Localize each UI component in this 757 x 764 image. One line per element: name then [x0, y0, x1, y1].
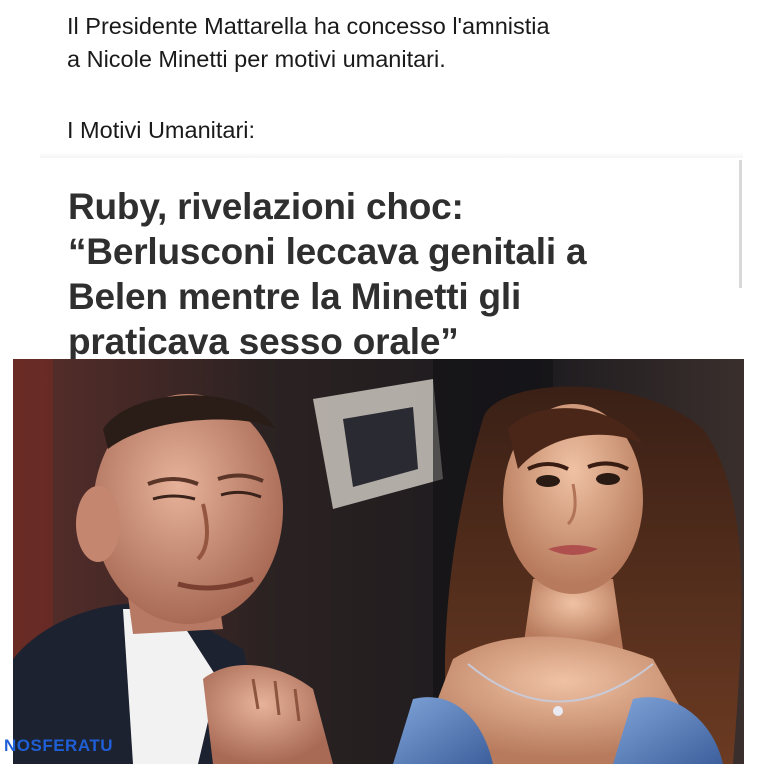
- article-headline: Ruby, rivelazioni choc: “Berlusconi lecc…: [68, 184, 738, 364]
- caption-line: I Motivi Umanitari:: [67, 117, 256, 143]
- caption-line: a Nicole Minetti per motivi umanitari.: [67, 46, 446, 72]
- headline-line: Belen mentre la Minetti gli: [68, 276, 522, 317]
- meme-post: Il Presidente Mattarella ha concesso l'a…: [0, 0, 757, 764]
- headline-line: “Berlusconi leccava genitali a: [68, 231, 587, 272]
- man-ear: [76, 486, 120, 562]
- headline-line: praticava sesso orale”: [68, 321, 459, 362]
- post-caption: Il Presidente Mattarella ha concesso l'a…: [67, 10, 747, 147]
- news-photo: [13, 359, 744, 764]
- scrollbar-edge: [739, 160, 742, 288]
- headline-line: Ruby, rivelazioni choc:: [68, 186, 464, 227]
- caption-line: Il Presidente Mattarella ha concesso l'a…: [67, 13, 550, 39]
- watermark-label: NOSFERATU: [4, 736, 114, 755]
- news-photo-illustration: [13, 359, 744, 764]
